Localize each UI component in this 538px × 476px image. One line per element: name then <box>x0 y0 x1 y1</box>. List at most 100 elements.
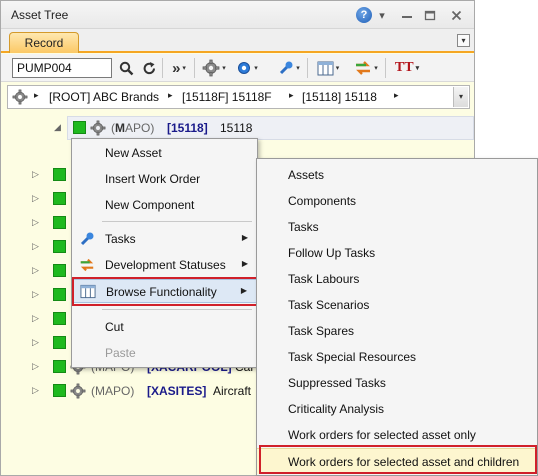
menu-item-label: Tasks <box>105 232 136 246</box>
view-icon <box>80 284 96 300</box>
menu-item-label: Insert Work Order <box>105 172 201 186</box>
restore-icon[interactable] <box>421 7 439 23</box>
tab-strip: Record ▾ <box>1 29 474 53</box>
submenu-item-label: Components <box>288 194 357 208</box>
submenu-item-work-orders-asset-and-children[interactable]: Work orders for selected asset and child… <box>257 448 537 474</box>
submenu-item-label: Suppressed Tasks <box>288 376 386 390</box>
expander-closed-icon[interactable]: ▷ <box>32 169 39 180</box>
menu-item-label: Cut <box>105 320 124 334</box>
breadcrumb-separator: ▸ <box>394 90 399 100</box>
status-green-icon <box>73 121 86 134</box>
expander-closed-icon[interactable]: ▷ <box>32 337 39 348</box>
status-green-icon <box>53 216 66 229</box>
refresh-icon[interactable] <box>140 58 158 78</box>
menu-separator <box>102 309 252 310</box>
status-green-icon <box>53 264 66 277</box>
transfer-icon[interactable]: ▾ <box>351 58 381 78</box>
submenu-item-suppressed-tasks[interactable]: Suppressed Tasks <box>257 370 537 396</box>
close-icon[interactable] <box>447 7 465 23</box>
text-format-label: TT <box>394 60 414 75</box>
minimize-icon[interactable] <box>398 7 416 23</box>
submenu-item-assets[interactable]: Assets <box>257 162 537 188</box>
menu-separator <box>102 221 252 222</box>
transfer-icon <box>79 257 95 273</box>
submenu-item-label: Criticality Analysis <box>288 402 385 416</box>
menu-item-development-statuses[interactable]: Development Statuses ▶ <box>72 253 257 277</box>
asset-gear-icon <box>12 89 28 108</box>
menu-item-label: New Component <box>105 198 195 212</box>
menu-item-new-asset[interactable]: New Asset <box>72 141 257 165</box>
expander-closed-icon[interactable]: ▷ <box>32 265 39 276</box>
menu-item-label: New Asset <box>105 146 162 160</box>
menu-item-label: Paste <box>105 346 136 360</box>
toolbar-separator <box>194 58 195 78</box>
menu-item-label: Browse Functionality <box>106 285 217 299</box>
asset-code: [15118] <box>167 121 208 135</box>
menu-item-new-component[interactable]: New Component <box>72 193 257 217</box>
submenu-item-label: Follow Up Tasks <box>288 246 376 260</box>
next-icon[interactable]: » ▾ <box>167 58 191 78</box>
type-rest: APO) <box>125 121 155 135</box>
menu-item-browse-functionality[interactable]: Browse Functionality ▶ <box>72 279 257 303</box>
breadcrumb-separator: ▸ <box>289 90 294 100</box>
window-title: Asset Tree <box>11 8 69 22</box>
expander-closed-icon[interactable]: ▷ <box>32 361 39 372</box>
expander-closed-icon[interactable]: ▷ <box>32 217 39 228</box>
help-icon[interactable]: ? <box>356 7 372 23</box>
status-green-icon <box>53 192 66 205</box>
breadcrumb-dropdown-button[interactable]: ▾ <box>453 87 468 107</box>
submenu-item-label: Assets <box>288 168 325 182</box>
search-icon[interactable] <box>117 58 135 78</box>
menu-item-label: Development Statuses <box>105 258 226 272</box>
gear-icon[interactable]: ▾ <box>199 58 229 78</box>
submenu-item-criticality-analysis[interactable]: Criticality Analysis <box>257 396 537 422</box>
breadcrumb-item[interactable]: [15118F] 15118F <box>182 90 272 104</box>
tab-menu-button[interactable]: ▾ <box>457 34 470 47</box>
submenu-item-work-orders-asset-only[interactable]: Work orders for selected asset only <box>257 422 537 448</box>
search-input[interactable] <box>12 58 112 78</box>
expander-closed-icon[interactable]: ▷ <box>32 313 39 324</box>
submenu-item-task-spares[interactable]: Task Spares <box>257 318 537 344</box>
submenu-item-follow-up-tasks[interactable]: Follow Up Tasks <box>257 240 537 266</box>
text-format-icon[interactable]: TT ▾ <box>391 58 423 78</box>
submenu-item-label: Work orders for selected asset and child… <box>288 455 520 469</box>
submenu-item-label: Task Scenarios <box>288 298 370 312</box>
asset-code: [XASITES] <box>147 384 207 398</box>
status-green-icon <box>53 168 66 181</box>
tab-record[interactable]: Record <box>9 32 79 53</box>
submenu-item-label: Task Special Resources <box>288 350 417 364</box>
submenu-item-label: Tasks <box>288 220 319 234</box>
help-dropdown-icon[interactable]: ▾ <box>373 7 391 23</box>
menu-item-cut[interactable]: Cut <box>72 315 257 339</box>
expander-closed-icon[interactable]: ▷ <box>32 289 39 300</box>
breadcrumb-item[interactable]: [15118] 15118 <box>302 90 377 104</box>
breadcrumb-separator: ▸ <box>168 90 173 100</box>
submenu-item-label: Work orders for selected asset only <box>288 428 476 442</box>
submenu-item-task-special-resources[interactable]: Task Special Resources <box>257 344 537 370</box>
status-green-icon <box>53 384 66 397</box>
expander-closed-icon[interactable]: ▷ <box>32 385 39 396</box>
menu-item-insert-work-order[interactable]: Insert Work Order <box>72 167 257 191</box>
submenu-arrow-icon: ▶ <box>240 286 247 295</box>
status-green-icon <box>53 240 66 253</box>
submenu-item-label: Task Spares <box>288 324 355 338</box>
tools-icon[interactable]: ▾ <box>275 58 303 78</box>
breadcrumb-item[interactable]: [ROOT] ABC Brands <box>49 90 159 104</box>
submenu-item-components[interactable]: Components <box>257 188 537 214</box>
expander-open-icon[interactable]: ◢ <box>54 122 61 133</box>
breadcrumb: ▸ [ROOT] ABC Brands ▸ [15118F] 15118F ▸ … <box>7 85 470 109</box>
browse-functionality-submenu: Assets Components Tasks Follow Up Tasks … <box>256 158 538 476</box>
asset-gear-icon <box>70 383 86 402</box>
settings-icon[interactable]: ▾ <box>233 58 261 78</box>
tree-row-root[interactable]: ◢ (MAPO) [15118] 15118 <box>1 118 471 138</box>
expander-closed-icon[interactable]: ▷ <box>32 193 39 204</box>
submenu-item-task-scenarios[interactable]: Task Scenarios <box>257 292 537 318</box>
toolbar: »▾ ▾ ▾ ▾ ▾ ▾ TT▾ <box>1 54 474 82</box>
expander-closed-icon[interactable]: ▷ <box>32 241 39 252</box>
submenu-item-tasks[interactable]: Tasks <box>257 214 537 240</box>
submenu-item-task-labours[interactable]: Task Labours <box>257 266 537 292</box>
view-icon[interactable]: ▾ <box>313 58 343 78</box>
menu-item-tasks[interactable]: Tasks ▶ <box>72 227 257 251</box>
asset-gear-icon <box>90 120 106 139</box>
asset-name: 15118 <box>220 121 253 135</box>
